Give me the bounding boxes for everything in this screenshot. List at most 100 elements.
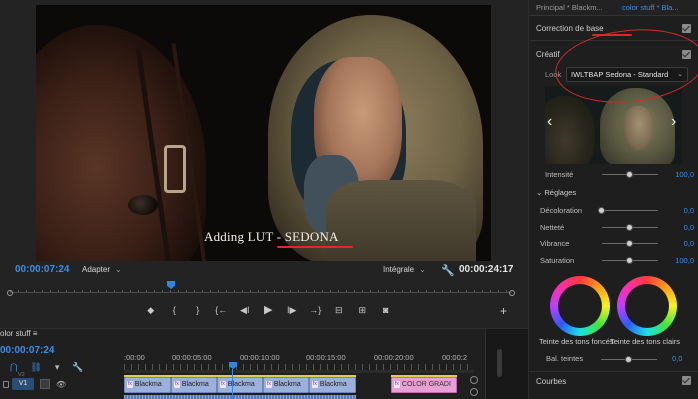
sequence-tab[interactable]: olor stuff ≡ — [0, 329, 37, 338]
mark-out-button[interactable]: } — [186, 303, 210, 317]
fx-badge: fx — [127, 381, 133, 388]
sync-lock-icon[interactable] — [40, 379, 50, 389]
timeline-scrollbar[interactable] — [497, 349, 502, 377]
monitor-playhead[interactable] — [167, 281, 175, 289]
extract-button[interactable]: ⊞ — [351, 303, 375, 317]
chevron-right-icon[interactable]: › — [671, 113, 676, 131]
vibrance-slider[interactable]: Vibrance 0,0 — [536, 238, 696, 250]
scrub-start-handle[interactable] — [7, 290, 13, 296]
intensity-slider[interactable]: Intensité 100,0 — [536, 169, 696, 181]
lumetri-panel: Principal * Blackm... color stuff * Bla.… — [528, 0, 698, 399]
scrub-track — [10, 292, 512, 293]
monitor-scrub-bar[interactable] — [7, 290, 515, 296]
balance-knob[interactable] — [625, 356, 632, 363]
section-courbes[interactable]: Courbes — [536, 377, 566, 386]
intensity-label: Intensité — [545, 170, 574, 179]
slider-knob[interactable] — [626, 224, 633, 231]
look-preview[interactable]: ‹ › — [545, 86, 682, 164]
quality-select-label: Intégrale — [383, 265, 415, 274]
section-correction-base[interactable]: Correction de base — [536, 24, 604, 33]
slider-knob[interactable] — [626, 257, 633, 264]
courbes-checkbox[interactable] — [682, 376, 691, 385]
timeline-playhead-line — [232, 369, 233, 399]
panel-tabs: Principal * Blackm... color stuff * Bla.… — [529, 0, 698, 16]
preview-face — [623, 106, 653, 151]
slider-label: Netteté — [540, 223, 565, 232]
slider-label: Décoloration — [540, 206, 583, 215]
record-icon[interactable] — [470, 388, 478, 396]
section-creatif[interactable]: Créatif — [536, 50, 560, 59]
decoloration-slider[interactable]: Décoloration 0,0 — [536, 205, 696, 217]
record-icon[interactable] — [470, 376, 478, 384]
reglages-label: Réglages — [544, 188, 577, 197]
slider-knob[interactable] — [626, 171, 633, 178]
quality-select[interactable]: Intégrale ⌄ — [383, 265, 426, 274]
video-clip[interactable]: fx Blackma — [217, 377, 263, 393]
lift-button[interactable]: ⊟ — [327, 303, 351, 317]
timeline-timecode[interactable]: 00:00:07:24 — [0, 345, 54, 356]
step-back-button[interactable]: ◀I — [233, 303, 257, 317]
video-clip[interactable]: fx Blackma — [171, 377, 217, 393]
ruler-label: 00:00:05:00 — [172, 353, 212, 362]
marker-icon[interactable]: ▾ — [55, 362, 60, 373]
preview-horse — [545, 96, 595, 164]
mark-in-button[interactable]: { — [163, 303, 187, 317]
fx-badge: fx — [174, 381, 180, 388]
bridle-buckle — [164, 145, 186, 193]
look-select[interactable]: IWLTBAP Sedona - Standard ⌄ — [566, 67, 688, 82]
slider-value[interactable]: 0,0 — [684, 239, 694, 248]
tab-color-stuff[interactable]: color stuff * Bla... — [622, 3, 679, 12]
look-select-value: IWLTBAP Sedona - Standard — [571, 70, 669, 79]
audio-waveform[interactable] — [124, 395, 356, 399]
wrench-icon[interactable]: 🔧 — [441, 264, 455, 277]
slider-knob[interactable] — [598, 207, 605, 214]
video-clip[interactable]: fx Blackma — [263, 377, 309, 393]
slider-value[interactable]: 0,0 — [684, 223, 694, 232]
go-to-out-button[interactable]: →} — [304, 303, 328, 317]
slider-knob[interactable] — [626, 240, 633, 247]
step-forward-button[interactable]: I▶ — [280, 303, 304, 317]
linked-selection-icon[interactable]: ⛓ — [30, 362, 41, 373]
balance-value[interactable]: 0,0 — [672, 354, 682, 363]
clip-label: Blackma — [273, 381, 301, 388]
fx-badge: fx — [266, 381, 272, 388]
lock-icon[interactable] — [3, 381, 9, 388]
program-monitor: Adding LUT - SEDONA 00:00:07:24 Adapter ⌄… — [0, 0, 528, 330]
slider-value[interactable]: 100,0 — [675, 256, 694, 265]
ruler-label: 00:00:10:00 — [240, 353, 280, 362]
divider — [529, 371, 698, 372]
chevron-left-icon[interactable]: ‹ — [547, 113, 552, 131]
play-button[interactable]: ▶ — [257, 303, 281, 317]
scrub-end-handle[interactable] — [509, 290, 515, 296]
saturation-slider[interactable]: Saturation 100,0 — [536, 255, 696, 267]
add-marker-button[interactable]: ◆ — [139, 303, 163, 317]
jacket-body — [326, 180, 476, 261]
slider-value[interactable]: 0,0 — [684, 206, 694, 215]
creatif-checkbox[interactable] — [682, 50, 691, 59]
adjustment-layer-clip[interactable]: fx COLOR GRADI — [391, 377, 457, 393]
current-timecode[interactable]: 00:00:07:24 — [15, 264, 69, 275]
intensity-value[interactable]: 100,0 — [675, 170, 694, 179]
highlight-tint-wheel[interactable] — [617, 276, 677, 336]
fit-select[interactable]: Adapter ⌄ — [82, 265, 122, 274]
track-v1-target[interactable]: V1 — [12, 378, 34, 390]
export-frame-button[interactable]: ◙ — [374, 303, 398, 317]
video-clip[interactable]: fx Blackma — [124, 377, 171, 393]
tab-principal[interactable]: Principal * Blackm... — [536, 3, 603, 12]
go-to-in-button[interactable]: {← — [210, 303, 234, 317]
work-area-bar[interactable] — [124, 370, 474, 373]
reglages-header[interactable]: ⌄ Réglages — [536, 188, 576, 197]
video-clip[interactable]: fx Blackma — [309, 377, 356, 393]
video-frame[interactable]: Adding LUT - SEDONA — [36, 5, 491, 261]
wrench-icon[interactable]: 🔧 — [72, 362, 83, 373]
nettete-slider[interactable]: Netteté 0,0 — [536, 222, 696, 234]
timeline-panel: olor stuff ≡ 00:00:07:24 ⋂ ⛓ ▾ 🔧 :00:00 … — [0, 328, 528, 399]
shadow-tint-label: Teinte des tons foncés — [539, 337, 614, 346]
correction-base-checkbox[interactable] — [682, 24, 691, 33]
fit-select-label: Adapter — [82, 265, 111, 274]
ruler-label: 00:00:15:00 — [306, 353, 346, 362]
eye-icon[interactable]: 👁 — [56, 380, 66, 389]
snap-icon[interactable]: ⋂ — [10, 362, 17, 373]
shadow-tint-wheel[interactable] — [550, 276, 610, 336]
add-button-icon[interactable]: + — [500, 304, 507, 318]
